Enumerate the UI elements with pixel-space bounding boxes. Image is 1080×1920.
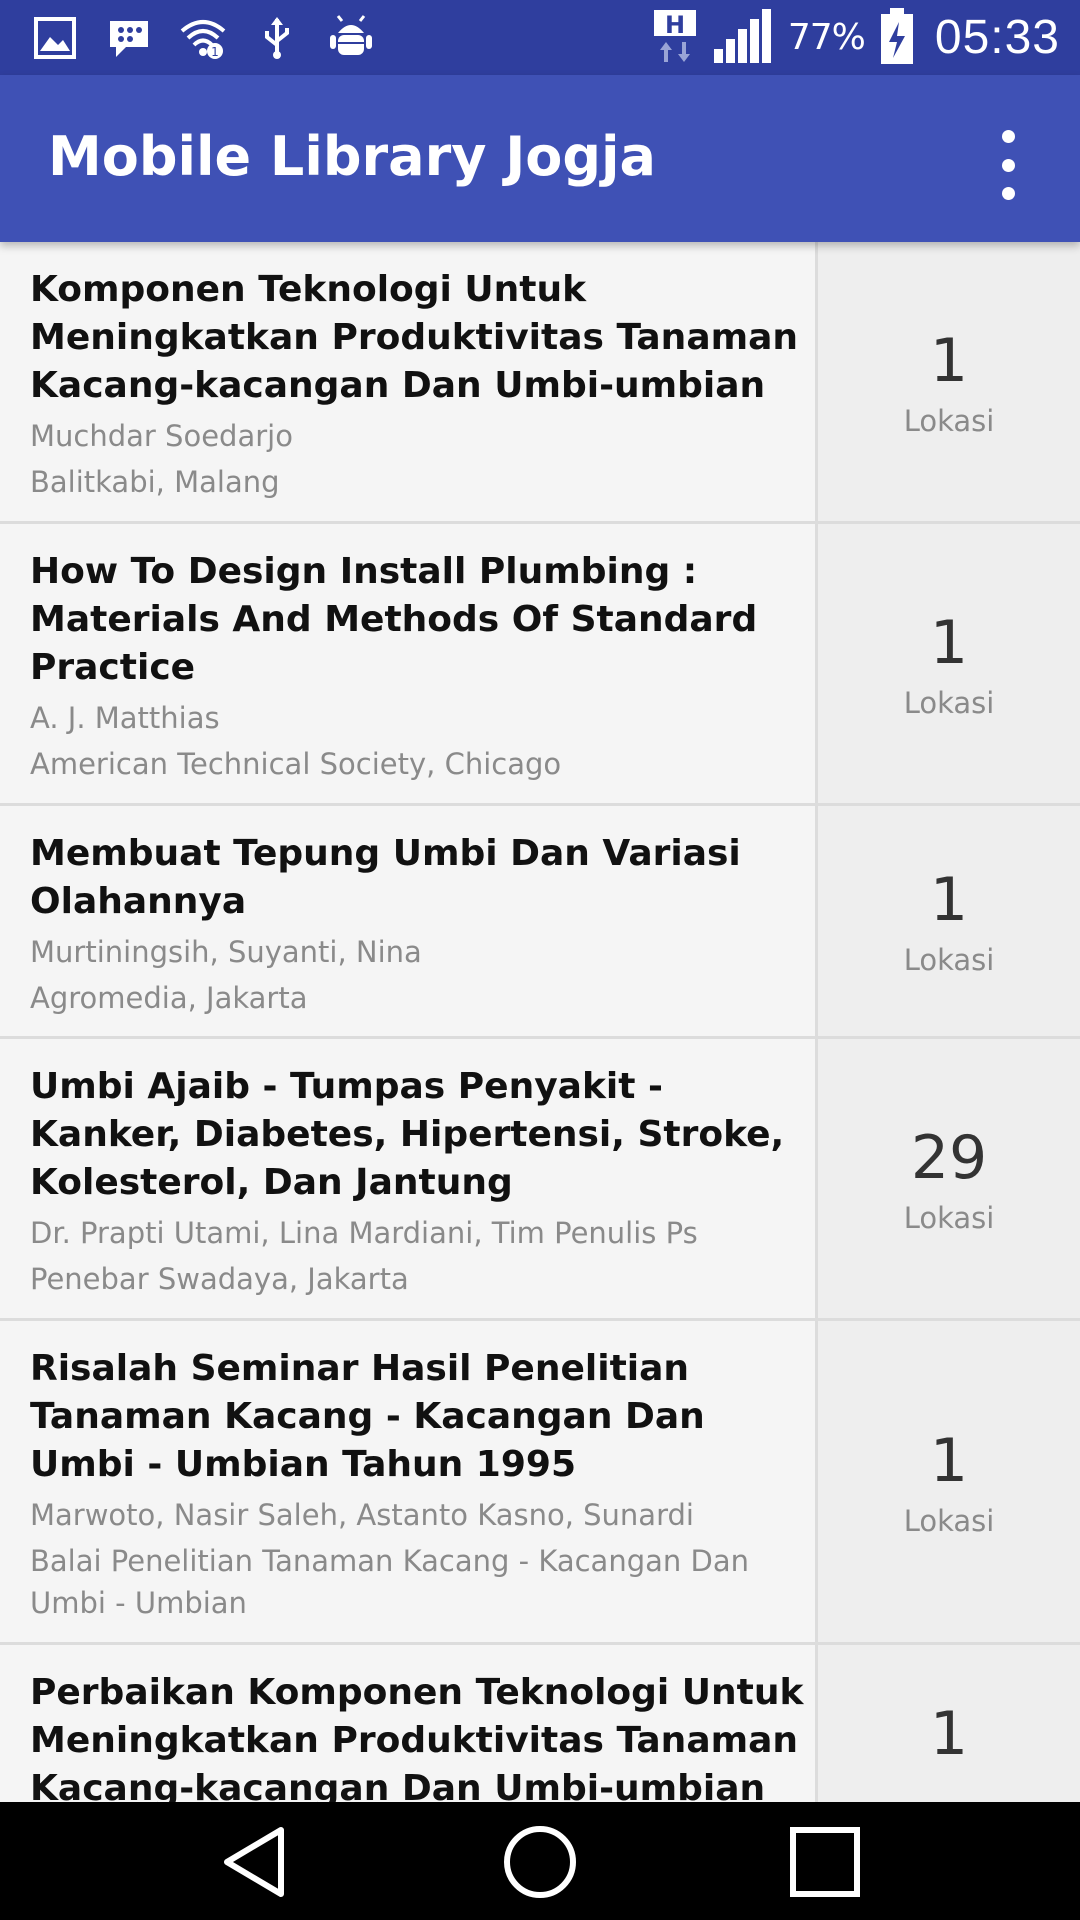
- book-title: Risalah Seminar Hasil Penelitian Tanaman…: [30, 1348, 705, 1485]
- book-info: Membuat Tepung Umbi Dan Variasi Olahanny…: [0, 806, 815, 1036]
- book-title: Perbaikan Komponen Teknologi Untuk Menin…: [30, 1672, 804, 1802]
- image-icon: [34, 16, 76, 59]
- status-bar: 1 H 77% 05:33: [0, 0, 1080, 75]
- navigation-bar: [0, 1802, 1080, 1920]
- book-list[interactable]: Komponen Teknologi Untuk Meningkatkan Pr…: [0, 242, 1080, 1802]
- more-vert-icon[interactable]: [990, 130, 1026, 200]
- wifi-icon: 1: [180, 19, 226, 59]
- book-info: How To Design Install Plumbing : Materia…: [0, 524, 815, 803]
- recents-square-icon: [790, 1827, 860, 1897]
- location-label: Lokasi: [903, 943, 995, 977]
- app-title: Mobile Library Jogja: [48, 125, 657, 188]
- book-title: How To Design Install Plumbing : Materia…: [30, 551, 758, 688]
- location-count-panel[interactable]: 29 Lokasi: [815, 1039, 1080, 1318]
- book-publisher: Agromedia, Jakarta: [30, 981, 308, 1015]
- book-info: Umbi Ajaib - Tumpas Penyakit - Kanker, D…: [0, 1039, 815, 1318]
- list-item[interactable]: Membuat Tepung Umbi Dan Variasi Olahanny…: [0, 806, 1080, 1039]
- back-button[interactable]: [210, 1820, 300, 1904]
- book-title: Komponen Teknologi Untuk Meningkatkan Pr…: [30, 269, 799, 406]
- book-info: Risalah Seminar Hasil Penelitian Tanaman…: [0, 1321, 815, 1642]
- book-authors: Dr. Prapti Utami, Lina Mardiani, Tim Pen…: [30, 1216, 698, 1250]
- usb-icon: [265, 16, 289, 59]
- location-count: 1: [929, 607, 969, 678]
- list-item[interactable]: How To Design Install Plumbing : Materia…: [0, 524, 1080, 806]
- book-publisher: Penebar Swadaya, Jakarta: [30, 1262, 409, 1296]
- book-info: Komponen Teknologi Untuk Meningkatkan Pr…: [0, 242, 815, 521]
- book-publisher: American Technical Society, Chicago: [30, 747, 562, 781]
- back-triangle-icon: [224, 1827, 284, 1897]
- book-publisher: Balai Penelitian Tanaman Kacang - Kacang…: [30, 1544, 749, 1620]
- battery-percent: 77%: [787, 16, 866, 58]
- system-status-icons: H 77% 05:33: [652, 6, 1060, 68]
- location-count-panel[interactable]: 1: [815, 1645, 1080, 1802]
- clock: 05:33: [934, 10, 1060, 64]
- svg-text:1: 1: [211, 45, 219, 59]
- app-bar: Mobile Library Jogja: [0, 75, 1080, 242]
- location-label: Lokasi: [903, 1200, 995, 1235]
- overflow-dot: [1001, 130, 1015, 143]
- location-count: 1: [929, 1425, 969, 1496]
- location-count: 29: [910, 1122, 988, 1193]
- notification-icons: 1: [32, 10, 374, 65]
- book-publisher: Balitkabi, Malang: [30, 465, 280, 499]
- bbm-chat-icon: [110, 20, 148, 57]
- location-count: 1: [929, 1699, 969, 1769]
- location-label: Lokasi: [903, 1503, 995, 1538]
- list-item[interactable]: Risalah Seminar Hasil Penelitian Tanaman…: [0, 1321, 1080, 1645]
- battery-charging-icon: [880, 8, 913, 64]
- book-title: Umbi Ajaib - Tumpas Penyakit - Kanker, D…: [30, 1066, 785, 1203]
- home-circle-icon: [504, 1826, 576, 1898]
- book-info: Perbaikan Komponen Teknologi Untuk Menin…: [0, 1645, 815, 1802]
- book-authors: A. J. Matthias: [30, 701, 220, 735]
- book-authors: Marwoto, Nasir Saleh, Astanto Kasno, Sun…: [30, 1498, 694, 1532]
- list-item[interactable]: Perbaikan Komponen Teknologi Untuk Menin…: [0, 1645, 1080, 1802]
- overflow-dot: [1001, 187, 1015, 200]
- android-debug-icon: [330, 14, 372, 55]
- location-label: Lokasi: [903, 685, 995, 720]
- book-authors: Muchdar Soedarjo: [30, 419, 293, 453]
- overflow-dot: [1001, 158, 1015, 172]
- mobile-data-icon: H: [653, 10, 696, 62]
- signal-icon: [713, 9, 771, 63]
- location-count-panel[interactable]: 1 Lokasi: [815, 524, 1080, 803]
- location-count-panel[interactable]: 1 Lokasi: [815, 1321, 1080, 1642]
- location-label: Lokasi: [903, 403, 995, 438]
- location-count-panel[interactable]: 1 Lokasi: [815, 242, 1080, 521]
- recents-button[interactable]: [780, 1820, 870, 1904]
- book-title: Membuat Tepung Umbi Dan Variasi Olahanny…: [30, 833, 741, 922]
- network-type-label: H: [665, 11, 685, 39]
- location-count: 1: [929, 325, 969, 396]
- list-item[interactable]: Komponen Teknologi Untuk Meningkatkan Pr…: [0, 242, 1080, 524]
- book-authors: Murtiningsih, Suyanti, Nina: [30, 935, 422, 969]
- home-button[interactable]: [495, 1820, 585, 1904]
- location-count-panel[interactable]: 1 Lokasi: [815, 806, 1080, 1036]
- list-item[interactable]: Umbi Ajaib - Tumpas Penyakit - Kanker, D…: [0, 1039, 1080, 1321]
- location-count: 1: [929, 865, 969, 935]
